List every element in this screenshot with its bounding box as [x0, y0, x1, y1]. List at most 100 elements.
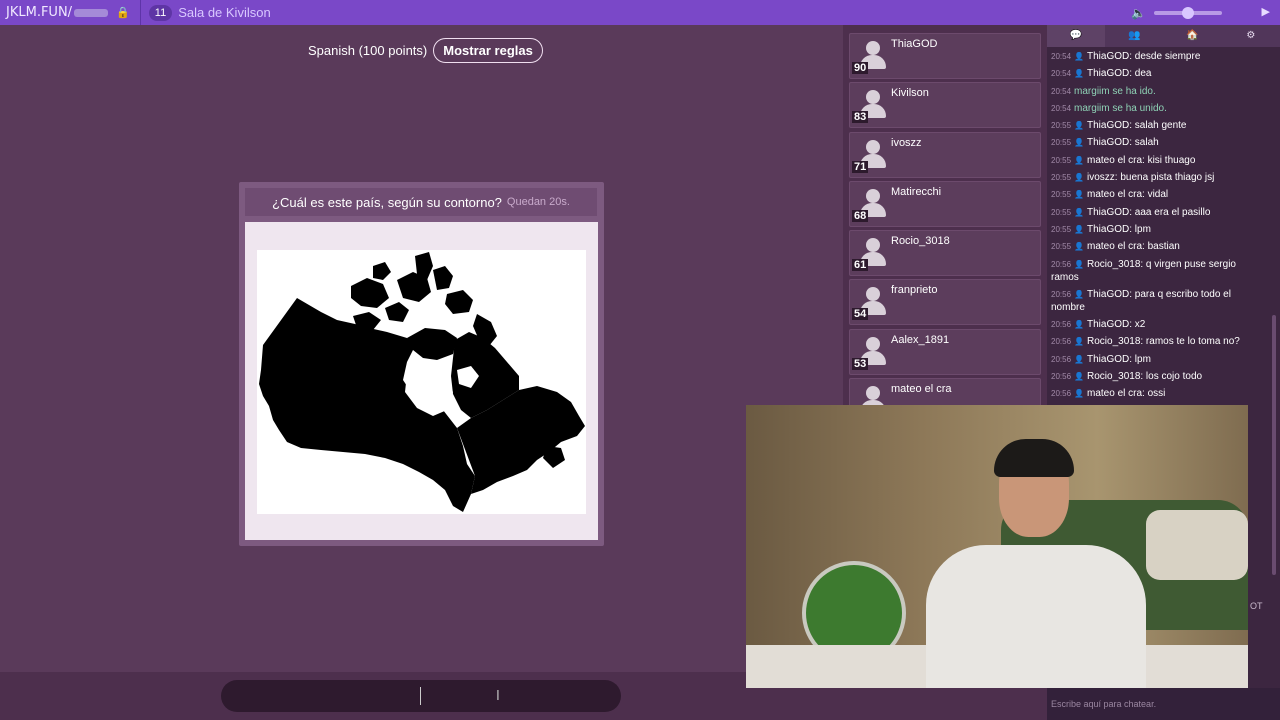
- chat-input[interactable]: Escribe aquí para chatear.: [1047, 688, 1280, 720]
- player-score: 71: [852, 161, 869, 173]
- player-card[interactable]: 90 ThiaGOD: [849, 33, 1041, 79]
- avatar: 53: [851, 331, 891, 371]
- user-icon: 👤: [1074, 320, 1084, 330]
- avatar: 71: [851, 134, 891, 174]
- message-time: 20:54: [1051, 69, 1072, 79]
- language-label: Spanish (100 points): [308, 43, 428, 58]
- system-message: margiim se ha unido.: [1074, 102, 1167, 114]
- user-icon: 👤: [1074, 52, 1084, 61]
- message-time: 20:55: [1051, 155, 1072, 165]
- avatar: 61: [851, 232, 891, 272]
- message-text: mateo el cra: bastian: [1087, 241, 1180, 253]
- message-text: mateo el cra: ossi: [1087, 388, 1166, 400]
- user-icon: 👤: [1074, 224, 1084, 234]
- chat-message: 20:56 👤 ThiaGOD: lpm: [1051, 353, 1265, 366]
- answer-input[interactable]: I: [221, 680, 621, 712]
- player-card[interactable]: 54 franprieto: [849, 279, 1041, 325]
- user-icon: 👤: [1074, 121, 1084, 131]
- player-card[interactable]: 68 Matirecchi: [849, 181, 1041, 227]
- answer-bar: I: [0, 672, 843, 720]
- tab-chat[interactable]: 💬: [1047, 25, 1106, 47]
- chat-message: 20:55 👤 ThiaGOD: aaa era el pasillo: [1051, 206, 1265, 219]
- message-text: ivoszz: buena pista thiago jsj: [1087, 172, 1215, 184]
- ibeam-cursor-icon: I: [496, 689, 500, 704]
- message-text: mateo el cra: kisi thuago: [1087, 154, 1196, 166]
- message-text: ThiaGOD: desde siempre: [1087, 51, 1201, 62]
- player-name: Matirecchi: [891, 186, 942, 198]
- message-time: 20:56: [1051, 354, 1072, 364]
- message-time: 20:55: [1051, 190, 1072, 200]
- canada-silhouette: [259, 252, 585, 512]
- message-time: 20:55: [1051, 242, 1072, 252]
- user-icon: 👤: [1074, 138, 1084, 148]
- avatar: 83: [851, 84, 891, 124]
- webcam-overlay: [746, 405, 1248, 688]
- tab-room[interactable]: 🏠: [1164, 25, 1222, 47]
- user-icon: 👤: [1074, 155, 1084, 165]
- chat-scrollbar[interactable]: [1272, 315, 1276, 575]
- room-name: Sala de Kivilson: [178, 5, 271, 20]
- player-name: Kivilson: [891, 87, 929, 99]
- player-name: ivoszz: [891, 137, 922, 149]
- lock-icon[interactable]: 🔒: [116, 6, 130, 19]
- question-card: ¿Cuál es este país, según su contorno? Q…: [239, 182, 604, 546]
- player-score: 90: [852, 62, 869, 74]
- chat-message: 20:56 👤 mateo el cra: ossi: [1051, 387, 1265, 400]
- player-name: Aalex_1891: [891, 334, 950, 346]
- player-card[interactable]: 53 Aalex_1891: [849, 329, 1041, 375]
- user-icon: 👤: [1074, 190, 1084, 200]
- top-bar: JKLM.FUN/ 🔒 11 Sala de Kivilson 🔈 ▶: [0, 0, 1280, 25]
- room-code-hidden: [74, 8, 109, 17]
- message-time: 20:55: [1051, 224, 1072, 234]
- message-text: ThiaGOD: dea: [1087, 68, 1152, 80]
- chat-message: 20:56 👤 ThiaGOD: x2: [1051, 318, 1265, 331]
- volume-thumb[interactable]: [1182, 7, 1194, 19]
- chat-message: 20:55 👤 ivoszz: buena pista thiago jsj: [1051, 171, 1265, 184]
- player-name: ThiaGOD: [891, 38, 938, 50]
- chat-message: 20:55 👤 mateo el cra: kisi thuago: [1051, 154, 1265, 167]
- side-text: OT: [1250, 601, 1263, 611]
- message-time: 20:56: [1051, 337, 1072, 347]
- player-name: Rocio_3018: [891, 235, 950, 247]
- message-time: 20:55: [1051, 121, 1072, 131]
- message-time: 20:54: [1051, 103, 1072, 113]
- tab-settings[interactable]: ⚙: [1222, 25, 1280, 47]
- message-text: ThiaGOD: lpm: [1087, 353, 1151, 365]
- chat-message: 20:54 margiim se ha unido.: [1051, 102, 1265, 115]
- tab-players[interactable]: 👥: [1105, 25, 1163, 47]
- chat-message: 20:56 👤 Rocio_3018: q virgen puse sergio r…: [1051, 258, 1265, 284]
- message-time: 20:56: [1051, 372, 1072, 382]
- message-text: ThiaGOD: salah gente: [1087, 120, 1187, 132]
- rules-row: Spanish (100 points) Mostrar reglas: [308, 38, 543, 63]
- chat-message: 20:54 👤 ThiaGOD: dea: [1051, 67, 1265, 80]
- message-text: Rocio_3018: los cojo todo: [1087, 371, 1203, 383]
- country-outline-image: [257, 250, 586, 514]
- message-text: ThiaGOD: salah: [1087, 137, 1159, 149]
- player-score: 68: [852, 210, 869, 222]
- volume-slider[interactable]: [1154, 7, 1222, 19]
- message-time: 20:56: [1051, 389, 1072, 399]
- player-score: 53: [852, 358, 869, 370]
- play-icon[interactable]: ▶: [1262, 5, 1270, 18]
- message-text: ThiaGOD: x2: [1087, 319, 1146, 331]
- show-rules-button[interactable]: Mostrar reglas: [433, 38, 543, 63]
- player-card[interactable]: 83 Kivilson: [849, 82, 1041, 128]
- system-message: margiim se ha ido.: [1074, 85, 1156, 97]
- message-time: 20:55: [1051, 173, 1072, 183]
- player-count-badge: 11: [148, 4, 173, 21]
- chat-message: 20:56 👤 Rocio_3018: los cojo todo: [1051, 370, 1265, 383]
- avatar: 68: [851, 183, 891, 223]
- player-card[interactable]: 61 Rocio_3018: [849, 230, 1041, 276]
- chat-message: 20:55 👤 mateo el cra: bastian: [1051, 240, 1265, 253]
- divider: [139, 0, 141, 25]
- site-logo[interactable]: JKLM.FUN/: [6, 5, 109, 20]
- player-card[interactable]: 71 ivoszz: [849, 132, 1041, 178]
- message-time: 20:55: [1051, 138, 1072, 148]
- volume-control[interactable]: 🔈: [1131, 6, 1222, 20]
- text-cursor: [420, 687, 421, 705]
- chat-message: 20:54 👤 ThiaGOD: desde siempre: [1051, 50, 1265, 63]
- speaker-icon[interactable]: 🔈: [1131, 6, 1146, 20]
- chat-message: 20:56 👤 Rocio_3018: ramos te lo toma no?: [1051, 335, 1265, 348]
- question-header: ¿Cuál es este país, según su contorno? Q…: [245, 188, 597, 216]
- player-score: 54: [852, 308, 869, 320]
